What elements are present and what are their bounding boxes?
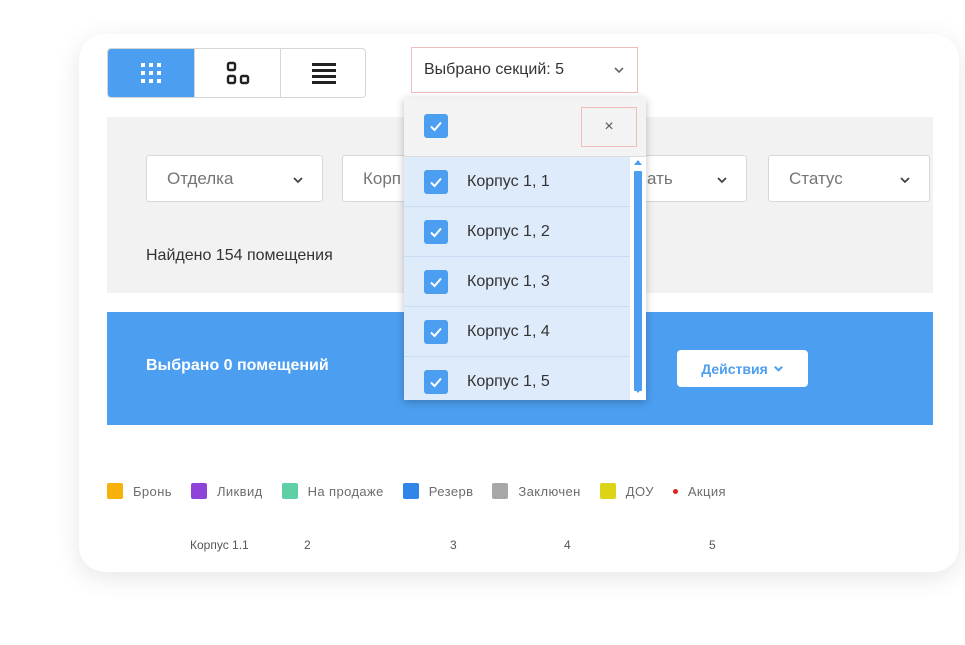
found-count-text: Найдено 154 помещения xyxy=(146,247,333,264)
dropdown-header: × xyxy=(404,98,646,157)
legend-swatch xyxy=(599,483,616,499)
item-checkbox[interactable] xyxy=(424,219,448,244)
view-grid-button[interactable] xyxy=(108,49,195,97)
close-icon: × xyxy=(604,118,614,135)
view-list-icon xyxy=(312,63,336,84)
item-checkbox[interactable] xyxy=(424,369,448,394)
sections-select[interactable]: Выбрано секций: 5 xyxy=(411,47,638,93)
view-toggle xyxy=(107,48,366,98)
item-checkbox[interactable] xyxy=(424,169,448,194)
filter-finishing[interactable]: Отделка xyxy=(146,155,323,202)
actions-button[interactable]: Действия xyxy=(677,350,808,387)
axis-label: 4 xyxy=(564,538,571,552)
axis-label: 2 xyxy=(304,538,311,552)
legend-swatch xyxy=(281,483,298,499)
filter-finishing-label: Отделка xyxy=(167,168,234,188)
checkmark-icon xyxy=(430,227,442,237)
legend-item-concluded: Заключен xyxy=(492,483,580,499)
sections-dropdown: × Корпус 1, 1 Корпус 1, 2 Корпус 1, 3 Ко… xyxy=(404,98,646,400)
legend-item-promo: Акция xyxy=(672,483,726,499)
legend: Бронь Ликвид На продаже Резерв Заключен … xyxy=(107,483,745,499)
checkmark-icon xyxy=(430,177,442,187)
selected-count-text: Выбрано 0 помещений xyxy=(146,357,329,374)
legend-label: Резерв xyxy=(428,483,474,499)
list-item[interactable]: Корпус 1, 1 xyxy=(404,157,630,207)
filter-building-label: Корп xyxy=(363,168,402,188)
chevron-down-icon xyxy=(614,67,624,74)
dropdown-list: Корпус 1, 1 Корпус 1, 2 Корпус 1, 3 Корп… xyxy=(404,157,630,400)
filter-status-label: Статус xyxy=(789,168,843,188)
item-checkbox[interactable] xyxy=(424,269,448,294)
legend-item-dou: ДОУ xyxy=(599,483,654,499)
legend-dot xyxy=(672,488,678,494)
axis-label: 5 xyxy=(709,538,716,552)
item-label: Корпус 1, 4 xyxy=(467,322,550,340)
filter-third-label: ать xyxy=(647,168,673,188)
checkmark-icon xyxy=(430,277,442,287)
legend-label: Заключен xyxy=(518,483,581,499)
legend-label: Акция xyxy=(687,483,726,499)
filter-status[interactable]: Статус xyxy=(768,155,930,202)
chevron-down-icon xyxy=(293,177,303,184)
legend-label: ДОУ xyxy=(625,483,654,499)
checkmark-icon xyxy=(430,377,442,387)
list-item[interactable]: Корпус 1, 5 xyxy=(404,357,630,400)
item-label: Корпус 1, 5 xyxy=(467,372,550,390)
legend-label: На продаже xyxy=(307,483,384,499)
item-checkbox[interactable] xyxy=(424,319,448,344)
view-tiles-button[interactable] xyxy=(195,49,281,97)
actions-button-label: Действия xyxy=(701,360,768,377)
list-item[interactable]: Корпус 1, 3 xyxy=(404,257,630,307)
checkmark-icon xyxy=(430,121,442,132)
scroll-up-icon[interactable] xyxy=(634,159,642,165)
axis-label: Корпус 1.1 xyxy=(190,538,249,552)
view-grid-icon xyxy=(141,63,161,83)
view-list-button[interactable] xyxy=(281,49,365,97)
legend-label: Ликвид xyxy=(216,483,263,499)
legend-label: Бронь xyxy=(133,483,172,499)
item-label: Корпус 1, 3 xyxy=(467,272,550,290)
legend-swatch xyxy=(492,483,509,499)
legend-swatch xyxy=(402,483,419,499)
legend-item-booking: Бронь xyxy=(107,483,172,499)
dropdown-scrollbar[interactable] xyxy=(630,157,646,400)
chevron-down-icon xyxy=(900,177,910,184)
legend-item-liquid: Ликвид xyxy=(190,483,263,499)
legend-swatch xyxy=(190,483,207,499)
legend-item-reserve: Резерв xyxy=(402,483,474,499)
item-label: Корпус 1, 1 xyxy=(467,172,550,190)
list-item[interactable]: Корпус 1, 4 xyxy=(404,307,630,357)
clear-selection-button[interactable]: × xyxy=(581,107,637,147)
list-item[interactable]: Корпус 1, 2 xyxy=(404,207,630,257)
scroll-thumb[interactable] xyxy=(634,171,642,391)
chevron-down-icon xyxy=(773,365,783,372)
item-label: Корпус 1, 2 xyxy=(467,222,550,240)
axis-label: 3 xyxy=(450,538,457,552)
chevron-down-icon xyxy=(717,177,727,184)
select-all-checkbox[interactable] xyxy=(424,114,448,138)
checkmark-icon xyxy=(430,327,442,337)
legend-item-on-sale: На продаже xyxy=(281,483,384,499)
scroll-down-icon[interactable] xyxy=(634,388,642,394)
legend-swatch xyxy=(107,483,123,499)
sections-select-label: Выбрано секций: 5 xyxy=(424,61,565,78)
view-tiles-icon xyxy=(226,61,249,85)
